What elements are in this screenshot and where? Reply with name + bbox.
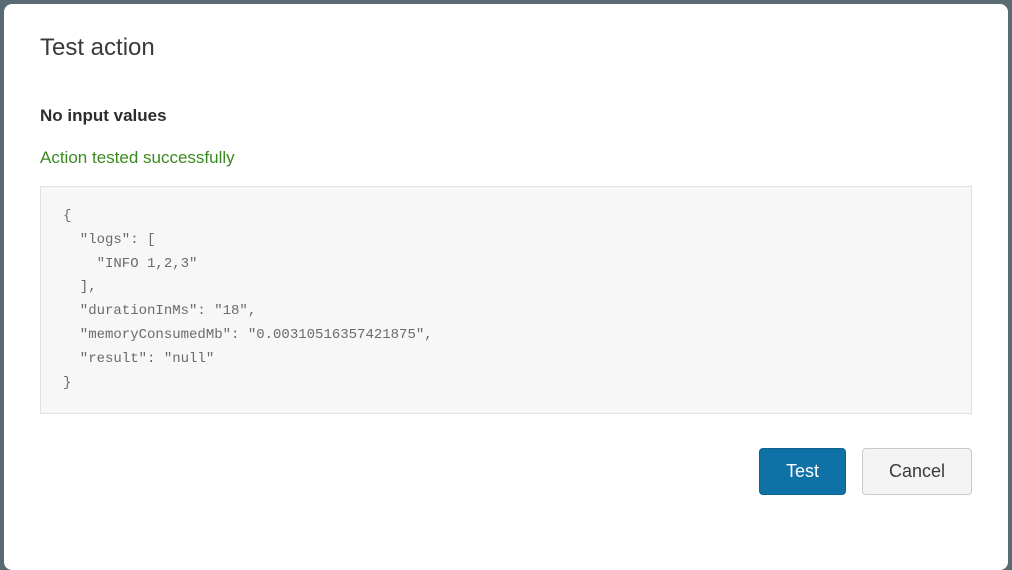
no-input-values-label: No input values xyxy=(40,106,972,126)
cancel-button[interactable]: Cancel xyxy=(862,448,972,495)
dialog-title: Test action xyxy=(40,34,972,62)
test-action-dialog: Test action No input values Action teste… xyxy=(4,4,1008,570)
dialog-backdrop: Test action No input values Action teste… xyxy=(0,0,1012,570)
test-button[interactable]: Test xyxy=(759,448,846,495)
action-output-json: { "logs": [ "INFO 1,2,3" ], "durationInM… xyxy=(40,186,972,414)
success-message: Action tested successfully xyxy=(40,148,972,168)
dialog-button-row: Test Cancel xyxy=(40,448,972,495)
